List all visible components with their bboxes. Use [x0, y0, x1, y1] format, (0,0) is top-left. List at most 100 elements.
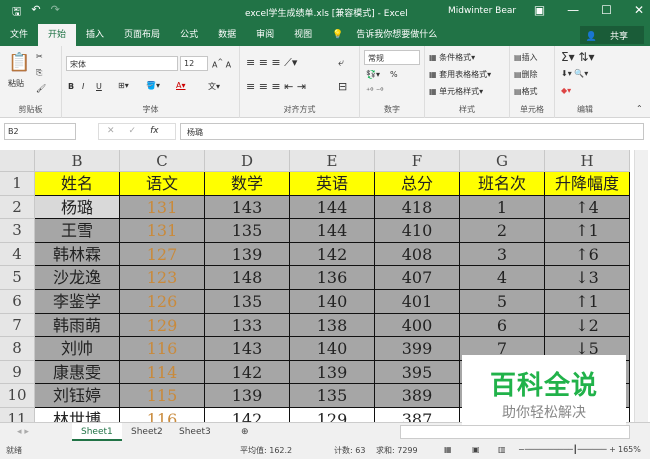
- table-cell[interactable]: 142: [290, 242, 375, 267]
- table-cell[interactable]: 李鉴学: [35, 290, 120, 314]
- vertical-scrollbar[interactable]: [634, 150, 648, 422]
- table-cell[interactable]: 刘帅: [35, 337, 120, 361]
- table-cell[interactable]: 144: [290, 219, 375, 243]
- conditional-format-button[interactable]: ▦ 条件格式▾: [429, 52, 475, 63]
- zoom-level[interactable]: 165%: [618, 445, 641, 454]
- number-format-select[interactable]: 常规: [364, 50, 420, 65]
- underline-button[interactable]: U: [96, 82, 102, 91]
- user-name[interactable]: Midwinter Bear: [448, 6, 516, 16]
- horizontal-scrollbar[interactable]: [400, 425, 630, 439]
- name-box[interactable]: B2: [4, 123, 76, 140]
- table-cell[interactable]: ↑1: [545, 290, 630, 314]
- table-cell[interactable]: 142: [205, 360, 290, 385]
- column-header-C[interactable]: C: [120, 150, 205, 172]
- undo-icon[interactable]: ↶: [31, 3, 40, 22]
- insert-button[interactable]: ▤插入: [514, 52, 538, 63]
- paste-button[interactable]: 粘贴: [8, 78, 24, 89]
- cell-style-button[interactable]: ▦ 单元格样式▾: [429, 86, 483, 97]
- table-cell[interactable]: 138: [290, 313, 375, 338]
- row-header[interactable]: 4: [0, 242, 35, 267]
- select-all-corner[interactable]: [0, 150, 35, 172]
- table-cell[interactable]: 133: [205, 313, 290, 338]
- table-cell[interactable]: 沙龙逸: [35, 266, 120, 290]
- tab-review[interactable]: 审阅: [246, 24, 284, 46]
- table-cell[interactable]: 139: [205, 384, 290, 408]
- table-cell[interactable]: 韩林霖: [35, 242, 120, 267]
- wrap-text-icon[interactable]: ⤶: [338, 56, 344, 70]
- page-break-view-icon[interactable]: ▥: [498, 445, 506, 454]
- paste-icon[interactable]: 📋: [8, 52, 30, 73]
- column-header-D[interactable]: D: [205, 150, 290, 172]
- table-cell[interactable]: 408: [375, 242, 460, 267]
- maximize-icon[interactable]: ☐: [601, 3, 612, 17]
- save-icon[interactable]: 🖫: [12, 3, 21, 22]
- row-header[interactable]: 10: [0, 384, 35, 408]
- table-cell[interactable]: 126: [120, 290, 205, 314]
- table-cell[interactable]: 4: [460, 266, 545, 290]
- row-header[interactable]: 5: [0, 266, 35, 290]
- table-format-button[interactable]: ▦ 套用表格格式▾: [429, 69, 491, 80]
- table-cell[interactable]: 143: [205, 195, 290, 220]
- tab-insert[interactable]: 插入: [76, 24, 114, 46]
- tab-view[interactable]: 视图: [284, 24, 322, 46]
- table-cell[interactable]: 刘钰婷: [35, 384, 120, 408]
- table-cell[interactable]: 143: [205, 337, 290, 361]
- table-cell[interactable]: 135: [290, 384, 375, 408]
- tab-formulas[interactable]: 公式: [170, 24, 208, 46]
- table-cell[interactable]: 5: [460, 290, 545, 314]
- table-cell[interactable]: 401: [375, 290, 460, 314]
- ribbon-display-icon[interactable]: ▣: [534, 3, 545, 17]
- cancel-icon[interactable]: ✕: [107, 126, 115, 137]
- insert-function-icon[interactable]: fx: [150, 126, 159, 137]
- table-cell[interactable]: 148: [205, 266, 290, 290]
- table-cell[interactable]: 116: [120, 337, 205, 361]
- column-title-cell[interactable]: 英语: [290, 172, 375, 196]
- redo-icon[interactable]: ↷: [51, 3, 60, 22]
- bold-button[interactable]: B: [68, 82, 74, 91]
- tab-home[interactable]: 开始: [38, 24, 77, 46]
- table-cell[interactable]: 142: [205, 408, 290, 422]
- grow-font-icon[interactable]: A^ A: [212, 58, 231, 70]
- table-cell[interactable]: 2: [460, 219, 545, 243]
- tab-data[interactable]: 数据: [208, 24, 246, 46]
- table-cell[interactable]: 140: [290, 337, 375, 361]
- phonetic-icon[interactable]: 文▾: [208, 81, 220, 92]
- table-cell[interactable]: 399: [375, 337, 460, 361]
- table-cell[interactable]: 林世博: [35, 408, 120, 422]
- table-cell[interactable]: 131: [120, 219, 205, 243]
- table-cell[interactable]: ↓3: [545, 266, 630, 290]
- table-cell[interactable]: 114: [120, 360, 205, 385]
- autosum-icon[interactable]: Σ▾ ⇅▾: [561, 50, 595, 64]
- table-cell[interactable]: 3: [460, 242, 545, 267]
- italic-button[interactable]: I: [82, 82, 84, 91]
- column-header-B[interactable]: B: [35, 150, 120, 172]
- minimize-icon[interactable]: —: [567, 3, 579, 17]
- row-header[interactable]: 3: [0, 219, 35, 243]
- add-sheet-icon[interactable]: ⊕: [232, 423, 258, 441]
- page-layout-view-icon[interactable]: ▣: [472, 445, 480, 454]
- cut-icon[interactable]: ✂: [36, 52, 43, 61]
- table-cell[interactable]: 410: [375, 219, 460, 243]
- merge-center-icon[interactable]: ⊟: [338, 80, 347, 93]
- column-title-cell[interactable]: 姓名: [35, 172, 120, 196]
- table-cell[interactable]: 418: [375, 195, 460, 220]
- row-header[interactable]: 8: [0, 337, 35, 361]
- table-cell[interactable]: 129: [120, 313, 205, 338]
- tell-me-input[interactable]: 💡 告诉我你想要做什么: [322, 24, 457, 46]
- share-button[interactable]: 👤 共享: [579, 26, 644, 44]
- sheet-tab-2[interactable]: Sheet2: [122, 423, 172, 441]
- table-cell[interactable]: 139: [205, 242, 290, 267]
- table-cell[interactable]: 407: [375, 266, 460, 290]
- percent-button[interactable]: %: [390, 70, 398, 79]
- column-title-cell[interactable]: 升降幅度: [545, 172, 630, 196]
- table-cell[interactable]: 389: [375, 384, 460, 408]
- column-title-cell[interactable]: 总分: [375, 172, 460, 196]
- column-title-cell[interactable]: 语文: [120, 172, 205, 196]
- row-header[interactable]: 1: [0, 172, 35, 196]
- sheet-nav-icons[interactable]: ◂ ▸: [8, 423, 38, 441]
- formula-input[interactable]: 杨璐: [180, 123, 644, 140]
- table-cell[interactable]: 杨璐: [35, 195, 120, 220]
- row-header[interactable]: 6: [0, 290, 35, 314]
- table-cell[interactable]: 116: [120, 408, 205, 422]
- font-name-select[interactable]: 宋体: [66, 56, 178, 71]
